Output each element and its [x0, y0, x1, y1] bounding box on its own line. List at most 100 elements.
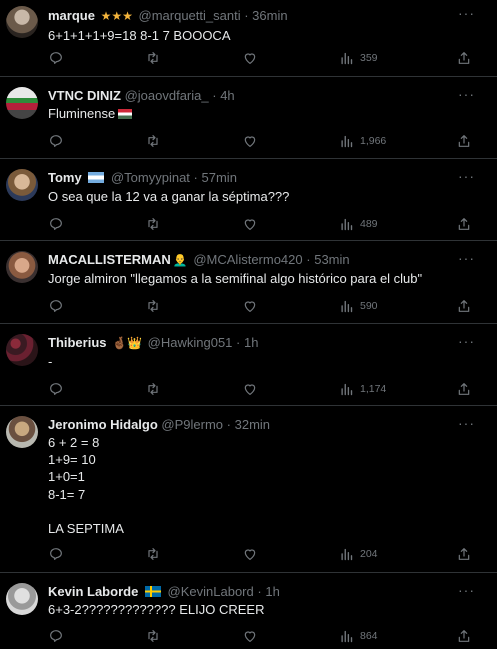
display-name[interactable]: MACALLISTERMAN — [48, 252, 171, 267]
user-handle[interactable]: @Tomyypinat — [111, 170, 190, 185]
timestamp[interactable]: 36min — [252, 8, 287, 23]
display-name[interactable]: Tomy — [48, 170, 82, 185]
more-icon[interactable]: ··· — [458, 583, 475, 597]
views-button[interactable]: 590 — [339, 297, 378, 315]
views-button[interactable]: 204 — [339, 545, 378, 563]
like-icon[interactable] — [242, 545, 258, 563]
avatar[interactable] — [6, 583, 38, 615]
views-button[interactable]: 1,966 — [339, 132, 386, 150]
reply-icon[interactable] — [48, 627, 64, 645]
tweet-text: 6 + 2 = 8 1+9= 10 1+0=1 8-1= 7 LA SEPTIM… — [48, 435, 124, 537]
tweet[interactable]: Kevin Laborde @KevinLabord · 1h ··· 6+3-… — [0, 573, 497, 649]
tweet[interactable]: Thiberius 🤞🏾👑 @Hawking051 · 1h ··· - 1,1… — [0, 324, 497, 406]
views-button[interactable]: 864 — [339, 627, 378, 645]
reply-icon[interactable] — [48, 380, 64, 398]
more-icon[interactable]: ··· — [458, 6, 475, 20]
separator-dot: · — [236, 335, 241, 350]
tweet-header: MACALLISTERMAN 👨‍🦲 @MCAlistermo420 · 53mi… — [48, 251, 457, 269]
tweet-text: Fluminense — [48, 105, 477, 122]
share-icon[interactable] — [456, 49, 472, 67]
user-handle[interactable]: @P9lermo — [161, 417, 223, 432]
share-icon[interactable] — [456, 215, 472, 233]
retweet-icon[interactable] — [145, 627, 161, 645]
display-name[interactable]: Kevin Laborde — [48, 584, 138, 599]
retweet-icon[interactable] — [145, 215, 161, 233]
more-icon[interactable]: ··· — [458, 251, 475, 265]
avatar[interactable] — [6, 87, 38, 119]
action-bar: 1,966 — [0, 132, 497, 150]
timestamp[interactable]: 53min — [314, 252, 349, 267]
action-bar: 204 — [0, 545, 497, 563]
reply-icon[interactable] — [48, 545, 64, 563]
tweet[interactable]: VTNC DINIZ @joaovdfaria_ · 4h ··· Flumin… — [0, 77, 497, 159]
tweet[interactable]: Jeronimo Hidalgo @P9lermo · 32min ··· 6 … — [0, 406, 497, 573]
tweet-text-content: Fluminense — [48, 106, 116, 121]
user-handle[interactable]: @joaovdfaria_ — [125, 88, 209, 103]
avatar[interactable] — [6, 169, 38, 201]
action-bar: 1,174 — [0, 380, 497, 398]
views-button[interactable]: 1,174 — [339, 380, 386, 398]
tweet[interactable]: Tomy @Tomyypinat · 57min ··· O sea que l… — [0, 159, 497, 241]
tweet-text: Jorge almiron "llegamos a la semifinal a… — [48, 271, 423, 286]
views-button[interactable]: 489 — [339, 215, 378, 233]
more-icon[interactable]: ··· — [458, 169, 475, 183]
retweet-icon[interactable] — [145, 545, 161, 563]
views-button[interactable]: 359 — [339, 49, 378, 67]
views-icon — [339, 217, 354, 232]
share-icon[interactable] — [456, 545, 472, 563]
more-icon[interactable]: ··· — [458, 87, 475, 101]
timestamp[interactable]: 32min — [235, 417, 270, 432]
like-icon[interactable] — [242, 49, 258, 67]
tweet[interactable]: MACALLISTERMAN 👨‍🦲 @MCAlistermo420 · 53mi… — [0, 241, 497, 324]
views-icon — [339, 51, 354, 66]
display-name[interactable]: marque — [48, 8, 95, 23]
avatar[interactable] — [6, 334, 38, 366]
share-icon[interactable] — [456, 380, 472, 398]
reply-icon[interactable] — [48, 297, 64, 315]
name-badge: 👨‍🦲 — [172, 253, 188, 267]
retweet-icon[interactable] — [145, 380, 161, 398]
like-icon[interactable] — [242, 627, 258, 645]
share-icon[interactable] — [456, 132, 472, 150]
views-count: 590 — [360, 300, 378, 312]
like-icon[interactable] — [242, 297, 258, 315]
tweet-header: Kevin Laborde @KevinLabord · 1h — [48, 583, 457, 601]
retweet-icon[interactable] — [145, 297, 161, 315]
timestamp[interactable]: 57min — [202, 170, 237, 185]
views-count: 1,174 — [360, 383, 387, 395]
separator-dot: · — [244, 8, 249, 23]
avatar[interactable] — [6, 416, 38, 448]
user-handle[interactable]: @marquetti_santi — [139, 8, 241, 23]
views-count: 864 — [360, 630, 378, 642]
sweden-flag-icon — [144, 586, 161, 597]
tweet[interactable]: marque ★★★ @marquetti_santi · 36min ··· … — [0, 0, 497, 77]
display-name[interactable]: VTNC DINIZ — [48, 88, 121, 103]
more-icon[interactable]: ··· — [458, 334, 475, 348]
action-bar: 359 — [0, 49, 497, 67]
display-name[interactable]: Thiberius — [48, 335, 107, 350]
like-icon[interactable] — [242, 380, 258, 398]
display-name[interactable]: Jeronimo Hidalgo — [48, 417, 158, 432]
reply-icon[interactable] — [48, 49, 64, 67]
user-handle[interactable]: @MCAlistermo420 — [193, 252, 302, 267]
separator-dot: · — [193, 170, 198, 185]
more-icon[interactable]: ··· — [458, 416, 475, 430]
separator-dot: · — [226, 417, 231, 432]
avatar[interactable] — [6, 251, 38, 283]
timestamp[interactable]: 1h — [244, 335, 258, 350]
views-icon — [339, 629, 354, 644]
retweet-icon[interactable] — [145, 49, 161, 67]
share-icon[interactable] — [456, 297, 472, 315]
views-count: 489 — [360, 218, 378, 230]
user-handle[interactable]: @KevinLabord — [168, 584, 254, 599]
reply-icon[interactable] — [48, 215, 64, 233]
user-handle[interactable]: @Hawking051 — [148, 335, 233, 350]
timestamp[interactable]: 1h — [265, 584, 279, 599]
retweet-icon[interactable] — [145, 132, 161, 150]
like-icon[interactable] — [242, 132, 258, 150]
avatar[interactable] — [6, 6, 38, 38]
share-icon[interactable] — [456, 627, 472, 645]
reply-icon[interactable] — [48, 132, 64, 150]
like-icon[interactable] — [242, 215, 258, 233]
timestamp[interactable]: 4h — [220, 88, 234, 103]
